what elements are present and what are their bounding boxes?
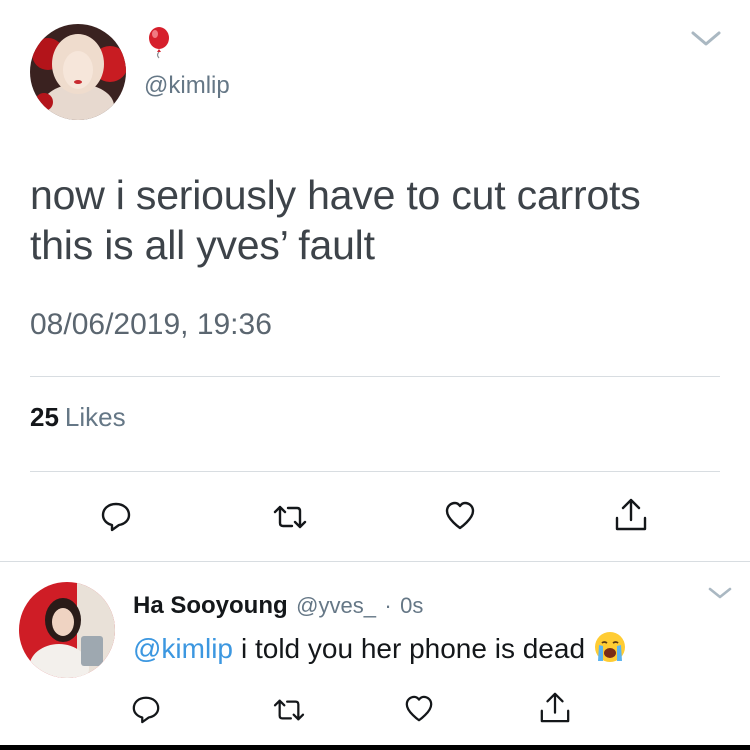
reply-time: 0s: [400, 593, 424, 618]
tweet-text: now i seriously have to cut carrots this…: [30, 170, 720, 270]
heart-icon[interactable]: [444, 500, 476, 532]
reply-header: Ha Sooyoung @yves_ · 0s: [133, 592, 423, 620]
likes-count: 25: [30, 402, 59, 432]
divider: [30, 471, 720, 472]
timestamp: 08/06/2019, 19:36: [30, 308, 272, 341]
reply-handle[interactable]: @yves_: [296, 593, 376, 618]
share-icon[interactable]: [614, 496, 648, 532]
user-handle[interactable]: @kimlip: [144, 72, 230, 100]
avatar[interactable]: [30, 24, 126, 120]
retweet-icon[interactable]: [270, 696, 308, 724]
mention-link[interactable]: @kimlip: [133, 633, 233, 664]
chevron-down-icon[interactable]: [690, 26, 722, 50]
likes-stat[interactable]: 25 Likes: [30, 402, 126, 433]
separator-dot: ·: [384, 593, 392, 618]
tweet-text-line: now i seriously have to cut carrots: [30, 172, 641, 218]
reply-text: @kimlip i told you her phone is dead: [133, 630, 627, 665]
reply-icon[interactable]: [131, 694, 161, 724]
reply-display-name[interactable]: Ha Sooyoung: [133, 592, 288, 619]
share-icon[interactable]: [539, 690, 571, 724]
reply-icon[interactable]: [100, 500, 132, 532]
chevron-down-icon[interactable]: [706, 584, 734, 602]
heart-icon[interactable]: [404, 694, 434, 724]
retweet-icon[interactable]: [270, 502, 310, 532]
divider: [30, 376, 720, 377]
avatar[interactable]: [19, 582, 115, 678]
likes-label: Likes: [64, 402, 126, 432]
balloon-icon: [146, 26, 172, 66]
tweet-text-line: this is all yves’ fault: [30, 222, 375, 268]
crying-face-icon: [593, 630, 627, 664]
bottom-edge: [0, 745, 750, 750]
reply-tweet: Ha Sooyoung @yves_ · 0s @kimlip i told yo…: [0, 561, 750, 750]
reply-text-body: i told you her phone is dead: [240, 633, 586, 664]
main-tweet: @kimlip now i seriously have to cut carr…: [0, 0, 750, 560]
